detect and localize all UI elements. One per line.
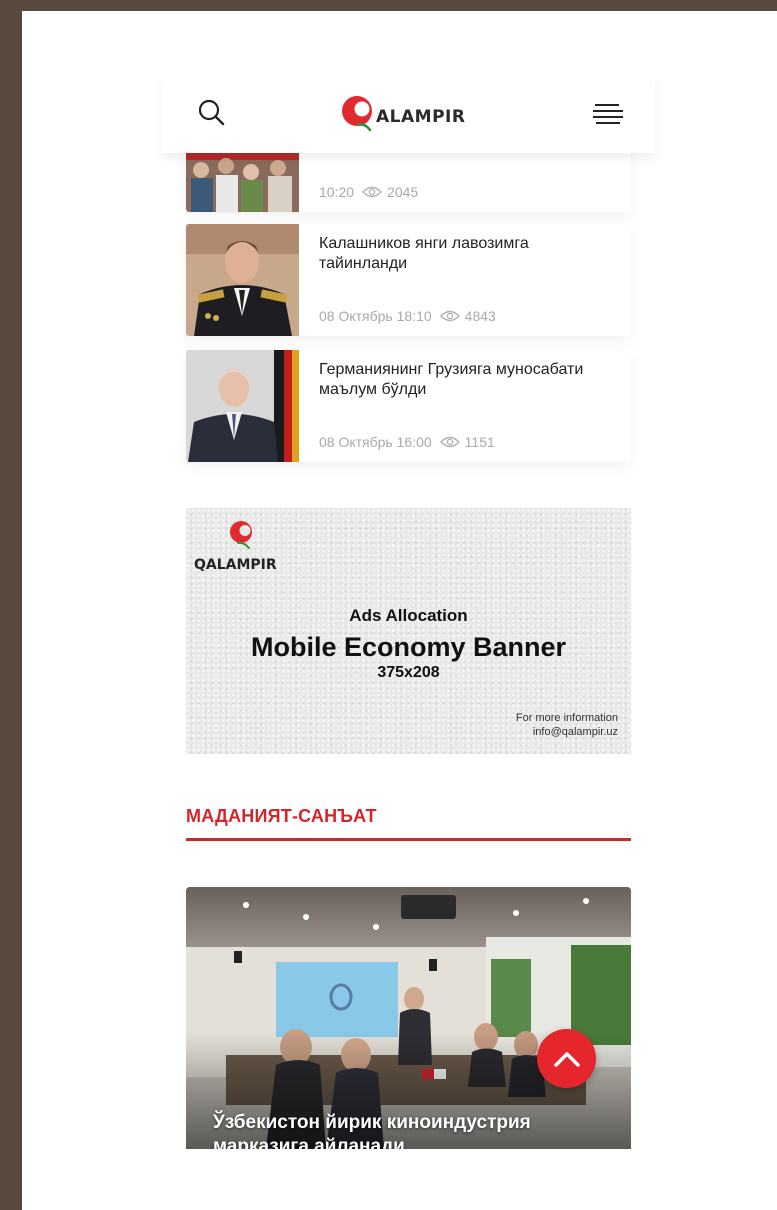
logo-icon — [230, 521, 252, 549]
hamburger-menu-icon — [593, 104, 623, 124]
feature-image: Ўзбекистон йирик киноиндустрия марказига… — [186, 887, 631, 1149]
news-item[interactable]: Калашников янги лавозимга тайинланди 08 … — [186, 224, 631, 336]
news-meta: 08 Октябрь 18:10 4843 — [319, 308, 496, 324]
search-button[interactable] — [196, 97, 228, 129]
eye-icon — [439, 310, 460, 322]
news-views: 4843 — [439, 308, 496, 324]
news-title: Калашников янги лавозимга тайинланди — [319, 235, 529, 272]
scroll-to-top-button[interactable] — [537, 1029, 596, 1088]
news-time: 10:20 — [319, 184, 355, 200]
news-views: 1151 — [439, 434, 495, 450]
news-meta: 08 Октябрь 16:00 1151 — [319, 434, 495, 450]
ad-logo: QALAMPIR — [194, 518, 294, 573]
site-logo[interactable]: ALAMPIR — [338, 92, 465, 136]
section-title[interactable]: МАДАНИЯТ-САНЪАТ — [186, 806, 631, 841]
chevron-up-icon — [553, 1051, 580, 1067]
news-time: 08 Октябрь 18:10 — [319, 308, 432, 324]
views-count: 2045 — [387, 184, 419, 200]
menu-button[interactable] — [592, 101, 624, 127]
ad-size: 375x208 — [377, 664, 440, 681]
news-meta: 10:20 2045 — [319, 184, 418, 200]
news-thumbnail — [186, 350, 299, 462]
eye-icon — [439, 436, 460, 448]
ad-title: Mobile Economy Banner — [250, 632, 567, 662]
ad-subtitle: Ads Allocation — [349, 606, 468, 625]
site-header: ALAMPIR — [162, 75, 655, 153]
news-info: Калашников янги лавозимга тайинланди 08 … — [299, 224, 631, 336]
feature-title: Ўзбекистон йирик киноиндустрия марказига… — [213, 1112, 531, 1149]
news-views: 2045 — [362, 184, 418, 200]
ad-info-email: info@qalampir.uz — [532, 726, 618, 738]
search-icon — [198, 99, 225, 126]
news-info: Германиянинг Грузияга муносабати маълум … — [299, 350, 631, 462]
news-item[interactable]: Германиянинг Грузияга муносабати маълум … — [186, 350, 631, 462]
ad-banner[interactable]: QALAMPIR Ads Allocation Mobile Economy B… — [186, 508, 631, 754]
logo-text: ALAMPIR — [376, 107, 466, 127]
ad-info-line: For more information — [515, 712, 618, 724]
ad-logo-text: QALAMPIR — [194, 557, 277, 573]
logo-icon — [342, 96, 372, 132]
views-count: 1151 — [464, 434, 495, 450]
feature-article[interactable]: Ўзбекистон йирик киноиндустрия марказига… — [186, 887, 631, 1149]
eye-icon — [362, 186, 382, 198]
news-thumbnail — [186, 224, 299, 336]
news-time: 08 Октябрь 16:00 — [319, 434, 432, 450]
news-title: Германиянинг Грузияга муносабати маълум … — [319, 361, 584, 398]
views-count: 4843 — [464, 308, 496, 324]
ad-info: For more information info@qalampir.uz — [516, 711, 618, 739]
